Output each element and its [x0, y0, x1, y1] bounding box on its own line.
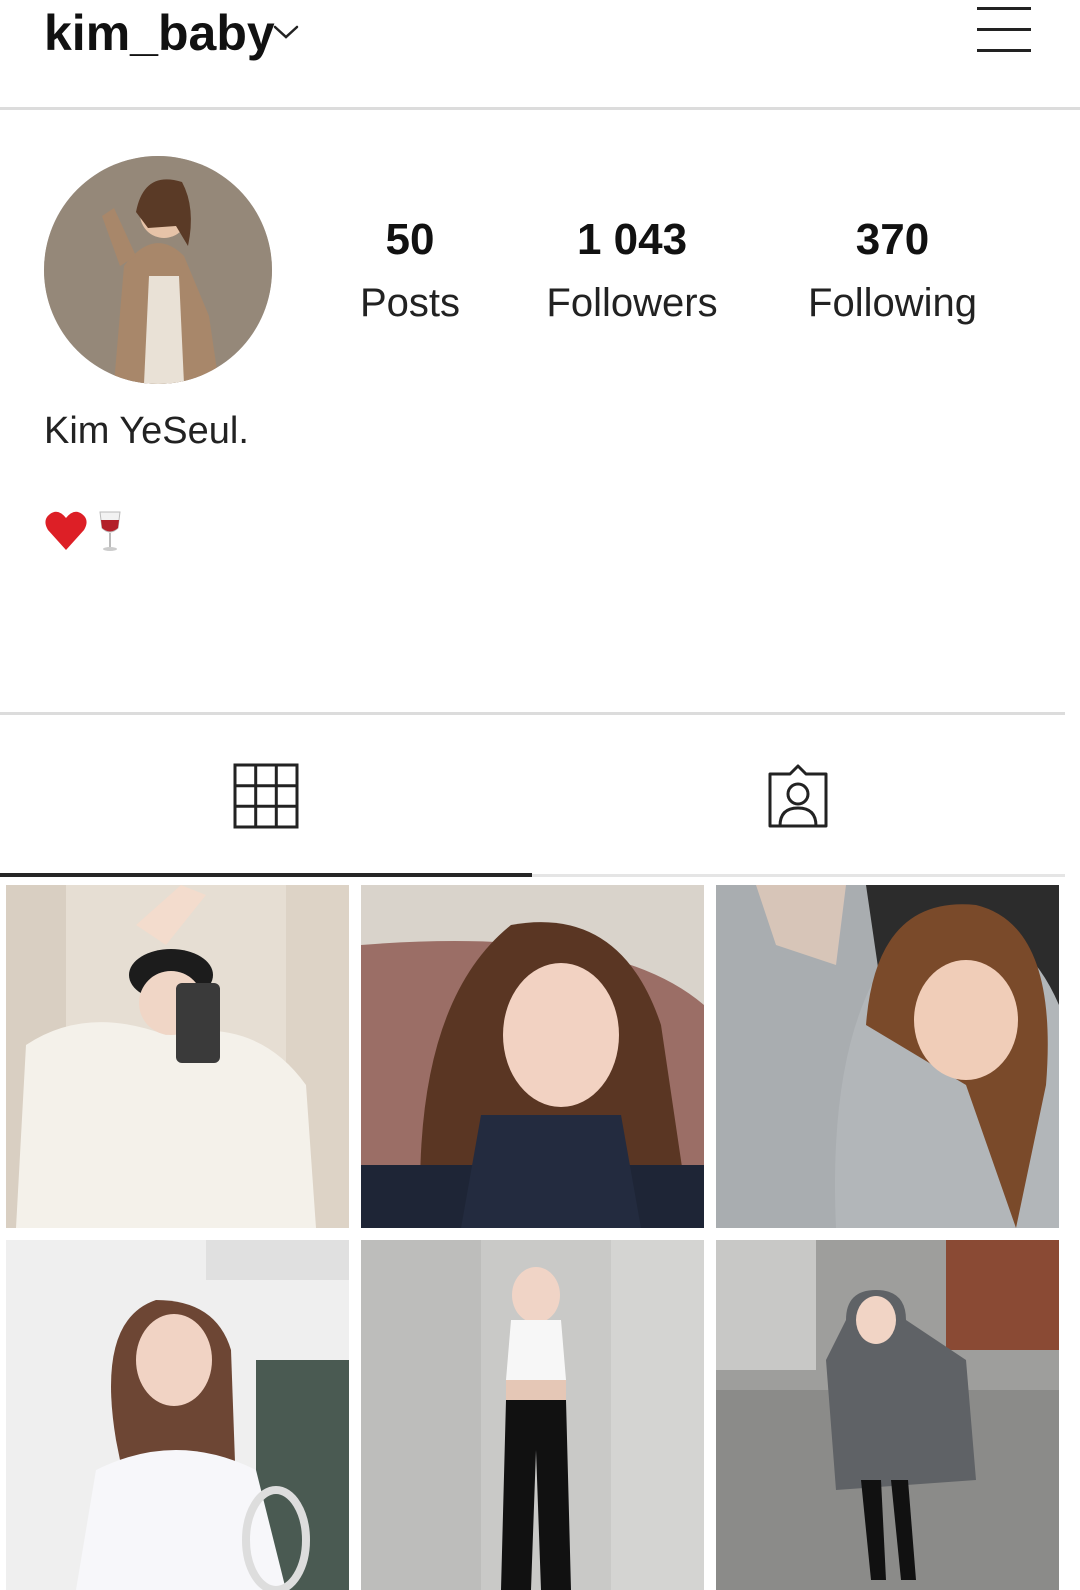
post-thumbnail[interactable]	[6, 885, 349, 1228]
username-title[interactable]: kim_baby	[44, 4, 275, 62]
followers-count[interactable]: 1 043 Followers	[532, 212, 732, 338]
followers-count-label: Followers	[546, 281, 718, 325]
post-thumbnail[interactable]	[361, 885, 704, 1228]
profile-avatar[interactable]	[44, 156, 272, 384]
hamburger-menu-icon[interactable]	[976, 4, 1032, 56]
grid-icon	[233, 763, 299, 829]
posts-count[interactable]: 50 Posts	[340, 212, 480, 338]
chevron-down-icon[interactable]	[270, 16, 302, 48]
following-count-label: Following	[808, 281, 977, 325]
top-bar: kim_baby	[0, 0, 1080, 110]
tagged-person-icon	[768, 764, 828, 828]
following-count-value: 370	[855, 215, 930, 264]
tab-tagged[interactable]	[532, 716, 1064, 876]
red-heart-icon	[45, 511, 87, 550]
tab-grid[interactable]	[0, 716, 532, 876]
profile-divider	[0, 712, 1065, 715]
inactive-tab-line	[532, 874, 1065, 877]
following-count[interactable]: 370 Following	[790, 212, 995, 338]
profile-full-name: Kim YeSeul.	[44, 410, 249, 452]
wine-glass-icon	[99, 511, 121, 551]
post-thumbnail[interactable]	[716, 885, 1059, 1228]
followers-count-value: 1 043	[576, 215, 688, 264]
posts-count-value: 50	[385, 215, 435, 264]
active-tab-indicator	[0, 873, 532, 877]
posts-count-label: Posts	[359, 281, 461, 325]
profile-bio	[44, 506, 144, 556]
post-thumbnail[interactable]	[716, 1240, 1059, 1590]
post-thumbnail[interactable]	[361, 1240, 704, 1590]
post-thumbnail[interactable]	[6, 1240, 349, 1590]
